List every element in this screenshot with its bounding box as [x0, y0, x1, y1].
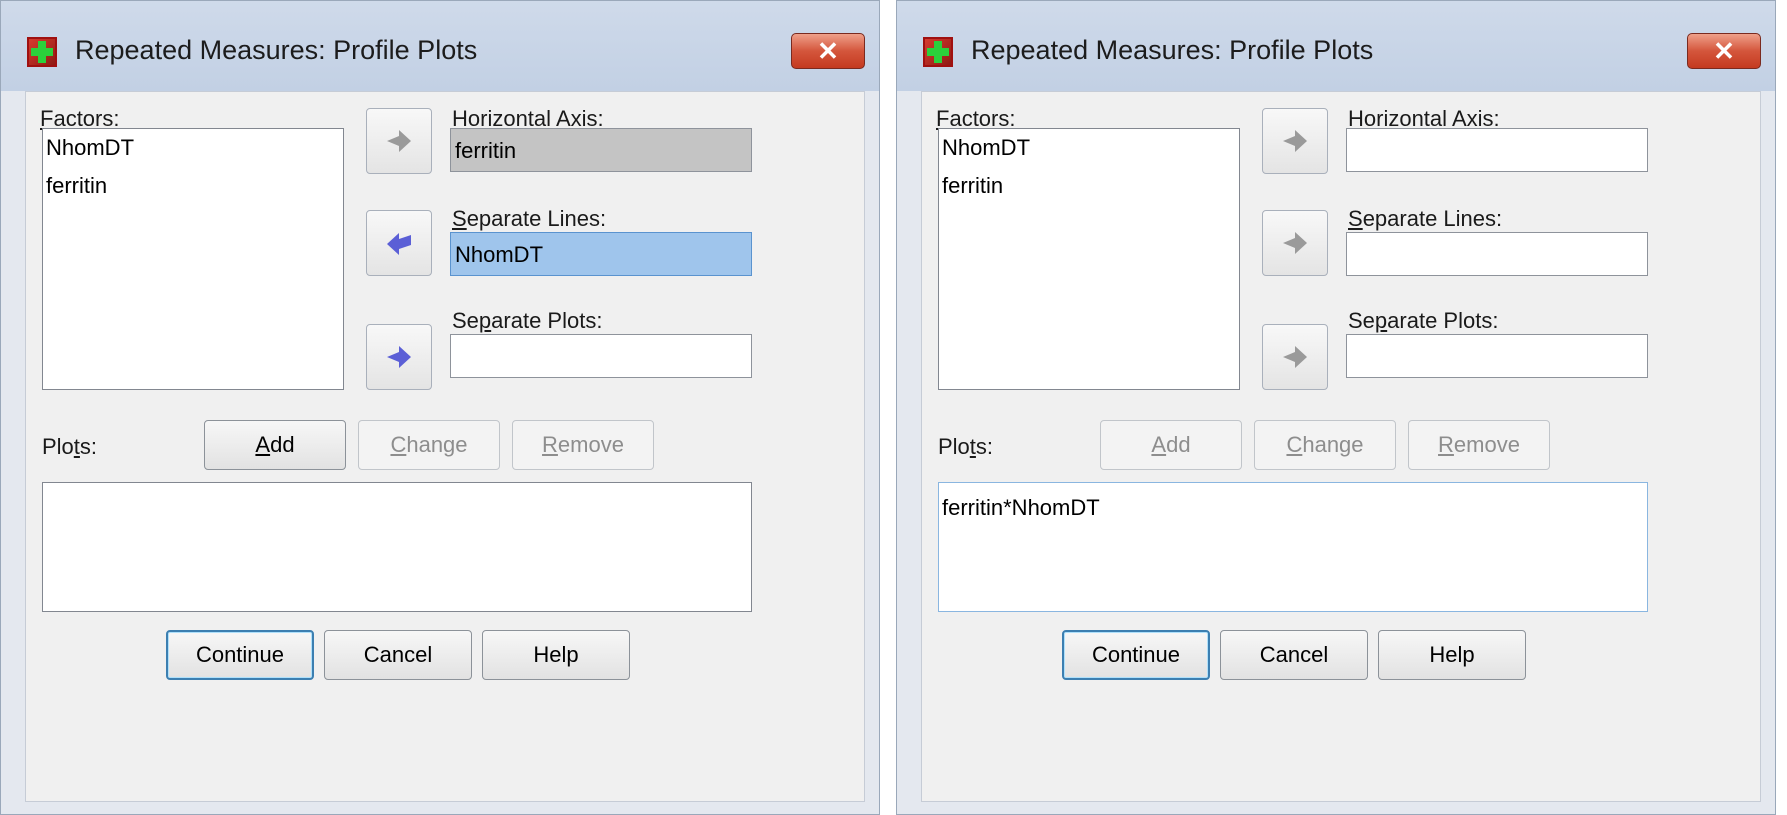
- separate-lines-field[interactable]: NhomDT: [450, 232, 752, 276]
- add-button[interactable]: Add: [1100, 420, 1242, 470]
- move-from-separate-lines-button[interactable]: [366, 210, 432, 276]
- spss-dialog-icon: [923, 37, 953, 67]
- arrow-right-icon: [387, 346, 411, 368]
- separate-plots-label: Separate Plots:: [1348, 308, 1499, 333]
- factor-item-ferritin[interactable]: ferritin: [939, 167, 1239, 205]
- separate-lines-field[interactable]: [1346, 232, 1648, 276]
- dialog-client-area: Factors: NhomDT ferritin Horizontal Axis…: [921, 91, 1761, 802]
- change-button[interactable]: Change: [358, 420, 500, 470]
- arrow-right-icon: [1283, 130, 1307, 152]
- continue-button[interactable]: Continue: [1062, 630, 1210, 680]
- factors-listbox[interactable]: NhomDT ferritin: [42, 128, 344, 390]
- close-icon: ✕: [1713, 36, 1735, 66]
- move-to-separate-lines-button[interactable]: [1262, 210, 1328, 276]
- profile-plots-dialog-right: Repeated Measures: Profile Plots ✕ Facto…: [896, 0, 1776, 815]
- separate-lines-label: Separate Lines:: [452, 206, 607, 231]
- profile-plots-dialog-left: Repeated Measures: Profile Plots ✕ Facto…: [0, 0, 880, 815]
- title-bar: Repeated Measures: Profile Plots ✕: [897, 1, 1775, 91]
- cancel-button[interactable]: Cancel: [324, 630, 472, 680]
- help-button[interactable]: Help: [482, 630, 630, 680]
- arrow-left-icon: [387, 233, 411, 255]
- separate-plots-label: Separate Plots:: [452, 308, 603, 333]
- plots-listbox[interactable]: [42, 482, 752, 612]
- plots-label: Plots:: [42, 434, 98, 459]
- move-to-separate-plots-button[interactable]: [366, 324, 432, 390]
- plots-listbox[interactable]: ferritin*NhomDT: [938, 482, 1648, 612]
- dialog-title: Repeated Measures: Profile Plots: [971, 35, 1374, 65]
- title-bar: Repeated Measures: Profile Plots ✕: [1, 1, 879, 91]
- close-button[interactable]: ✕: [791, 33, 865, 69]
- horizontal-axis-field[interactable]: ferritin: [450, 128, 752, 172]
- move-to-horizontal-axis-button[interactable]: [1262, 108, 1328, 174]
- arrow-right-icon: [1283, 346, 1307, 368]
- arrow-right-icon: [387, 130, 411, 152]
- move-to-horizontal-axis-button[interactable]: [366, 108, 432, 174]
- close-icon: ✕: [817, 36, 839, 66]
- help-button[interactable]: Help: [1378, 630, 1526, 680]
- factors-listbox[interactable]: NhomDT ferritin: [938, 128, 1240, 390]
- change-button[interactable]: Change: [1254, 420, 1396, 470]
- factor-item-ferritin[interactable]: ferritin: [43, 167, 343, 205]
- separate-plots-field[interactable]: [450, 334, 752, 378]
- remove-button[interactable]: Remove: [512, 420, 654, 470]
- factor-item-nhomdt[interactable]: NhomDT: [43, 129, 343, 167]
- plot-item-ferritin-nhomdt[interactable]: ferritin*NhomDT: [942, 495, 1644, 521]
- dialog-title: Repeated Measures: Profile Plots: [75, 35, 478, 65]
- factor-item-nhomdt[interactable]: NhomDT: [939, 129, 1239, 167]
- horizontal-axis-field[interactable]: [1346, 128, 1648, 172]
- plots-label: Plots:: [938, 434, 994, 459]
- separate-plots-field[interactable]: [1346, 334, 1648, 378]
- remove-button[interactable]: Remove: [1408, 420, 1550, 470]
- dialog-client-area: Factors: NhomDT ferritin Horizontal Axis…: [25, 91, 865, 802]
- close-button[interactable]: ✕: [1687, 33, 1761, 69]
- arrow-right-icon: [1283, 232, 1307, 254]
- continue-button[interactable]: Continue: [166, 630, 314, 680]
- move-to-separate-plots-button[interactable]: [1262, 324, 1328, 390]
- cancel-button[interactable]: Cancel: [1220, 630, 1368, 680]
- add-button[interactable]: Add: [204, 420, 346, 470]
- separate-lines-label: Separate Lines:: [1348, 206, 1503, 231]
- spss-dialog-icon: [27, 37, 57, 67]
